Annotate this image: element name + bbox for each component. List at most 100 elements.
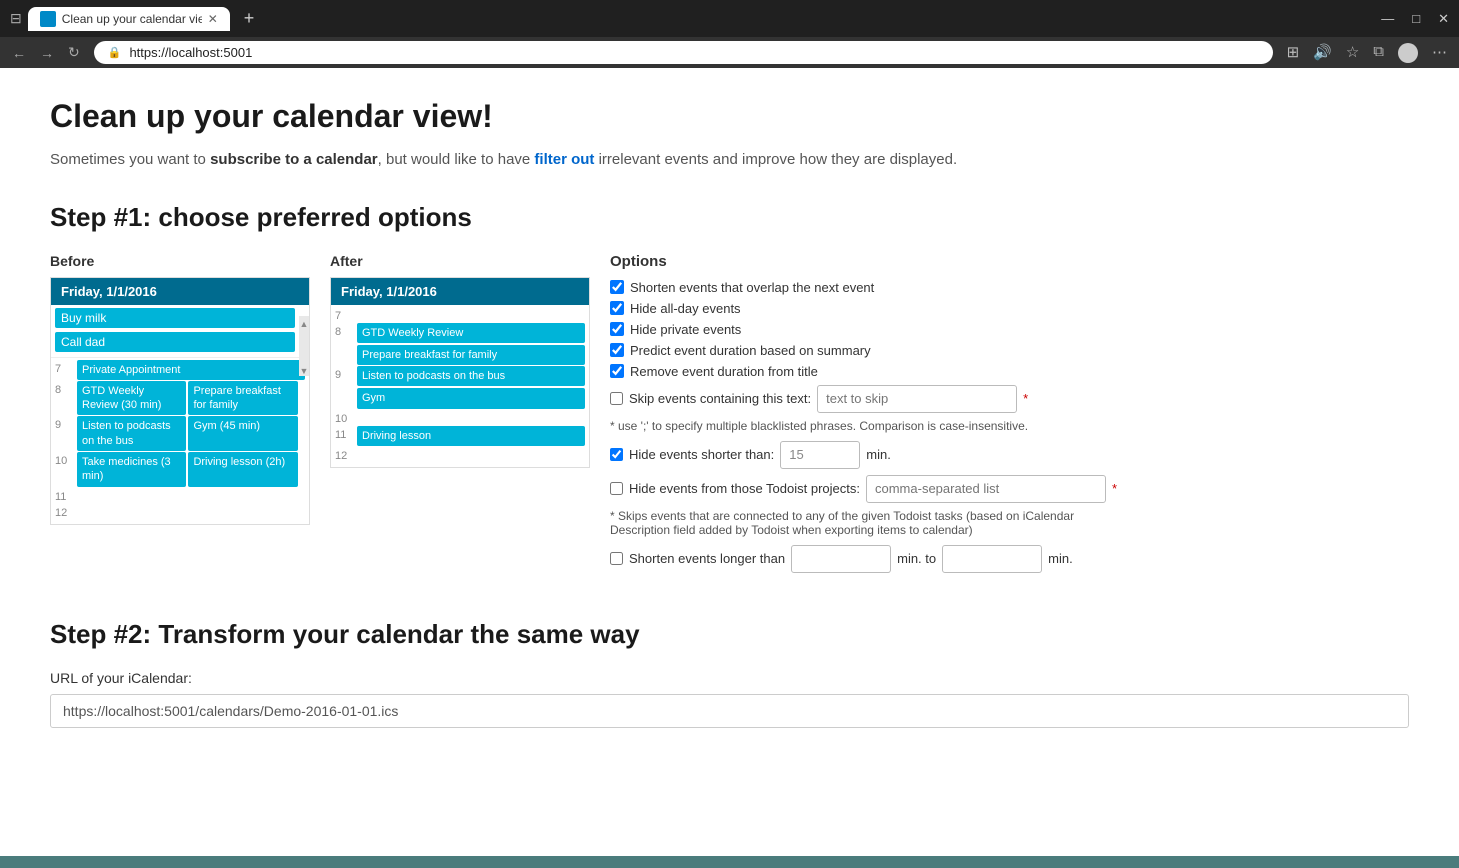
checkbox-predict-duration[interactable]: [610, 343, 624, 357]
step1-title: Step #1: choose preferred options: [50, 202, 1409, 233]
option-shorten-longer: Shorten events longer than min. to min.: [610, 545, 1409, 573]
hide-shorter-value-input[interactable]: [780, 441, 860, 469]
ical-url-input[interactable]: [50, 694, 1409, 728]
time-label-8: 8: [55, 381, 77, 396]
checkbox-shorten-longer[interactable]: [610, 552, 623, 565]
after-time-label-10: 10: [335, 410, 357, 425]
option-todoist: Hide events from those Todoist projects:…: [610, 475, 1409, 503]
checkbox-hide-private[interactable]: [610, 322, 624, 336]
event-private-appointment: Private Appointment: [77, 360, 305, 380]
after-event-gym: Gym: [357, 388, 585, 408]
before-cal-header: Friday, 1/1/2016: [51, 278, 309, 305]
options-panel: Options Shorten events that overlap the …: [610, 253, 1409, 579]
hide-shorter-unit: min.: [866, 447, 891, 462]
after-events-col-11: Driving lesson: [357, 426, 585, 446]
label-hide-allday: Hide all-day events: [630, 301, 741, 316]
back-button[interactable]: ←: [12, 45, 26, 61]
browser-toolbar-icons: ⊞ 🔊 ☆ ⧉ ⋯: [1287, 43, 1447, 63]
tab-title: Clean up your calendar view! - C: [62, 12, 202, 26]
maximize-button[interactable]: □: [1412, 11, 1420, 27]
event-buy-milk: Buy milk: [55, 308, 295, 328]
minimize-button[interactable]: —: [1381, 11, 1394, 27]
option-hide-private: Hide private events: [610, 322, 1409, 337]
shorten-longer-to-input[interactable]: [942, 545, 1042, 573]
after-label: After: [330, 253, 590, 269]
profile-icon[interactable]: [1398, 43, 1418, 63]
time-row-10: 10 Take medicines (3 min) Driving lesson…: [55, 452, 305, 487]
time-row-7: 7 Private Appointment: [55, 360, 305, 380]
demo-section: Before Friday, 1/1/2016 Buy milk Call da…: [50, 253, 1409, 579]
time-row-12: 12: [55, 504, 305, 519]
label-predict-duration: Predict event duration based on summary: [630, 343, 871, 358]
event-gym: Gym (45 min): [188, 416, 297, 451]
after-column: After Friday, 1/1/2016 7 8: [330, 253, 590, 468]
immersive-reader-icon[interactable]: ⊞: [1287, 43, 1300, 63]
favorites-icon[interactable]: ☆: [1346, 43, 1359, 63]
after-time-row-9: 9 Listen to podcasts on the bus Gym: [335, 366, 585, 409]
after-event-driving: Driving lesson: [357, 426, 585, 446]
checkbox-shorten-overlap[interactable]: [610, 280, 624, 294]
label-hide-private: Hide private events: [630, 322, 741, 337]
more-options-icon[interactable]: ⋯: [1432, 43, 1447, 63]
url-text: https://localhost:5001: [129, 45, 252, 60]
read-aloud-icon[interactable]: 🔊: [1313, 43, 1332, 63]
address-bar[interactable]: 🔒 https://localhost:5001: [94, 41, 1273, 64]
skip-asterisk: *: [1023, 391, 1028, 406]
checkbox-remove-duration-title[interactable]: [610, 364, 624, 378]
option-predict-duration: Predict event duration based on summary: [610, 343, 1409, 358]
refresh-button[interactable]: ↻: [68, 44, 80, 61]
label-remove-duration-title: Remove event duration from title: [630, 364, 818, 379]
new-tab-button[interactable]: +: [236, 6, 263, 31]
page-title: Clean up your calendar view!: [50, 98, 1409, 135]
address-bar-row: ← → ↻ 🔒 https://localhost:5001 ⊞ 🔊 ☆ ⧉ ⋯: [0, 37, 1459, 68]
after-calendar-wrap: Friday, 1/1/2016 7 8 GTD Weekly Review: [330, 277, 590, 468]
time-label-9: 9: [55, 416, 77, 431]
browser-tab[interactable]: Clean up your calendar view! - C ✕: [28, 7, 230, 31]
close-tab-button[interactable]: ✕: [208, 12, 218, 26]
events-col-8: GTD Weekly Review (30 min) Prepare break…: [77, 381, 305, 416]
scroll-down-arrow[interactable]: ▼: [299, 366, 309, 376]
after-time-label-7: 7: [335, 307, 357, 322]
label-shorten-longer: Shorten events longer than: [629, 551, 785, 566]
shorten-longer-from-input[interactable]: [791, 545, 891, 573]
skip-text-input[interactable]: [817, 385, 1017, 413]
time-row-8: 8 GTD Weekly Review (30 min) Prepare bre…: [55, 381, 305, 416]
after-time-label-12: 12: [335, 447, 357, 462]
option-hide-allday: Hide all-day events: [610, 301, 1409, 316]
close-button[interactable]: ✕: [1438, 11, 1449, 27]
after-event-breakfast: Prepare breakfast for family: [357, 345, 585, 365]
checkbox-hide-allday[interactable]: [610, 301, 624, 315]
after-cal-header: Friday, 1/1/2016: [331, 278, 589, 305]
label-shorten-overlap: Shorten events that overlap the next eve…: [630, 280, 874, 295]
scroll-up-arrow[interactable]: ▲: [299, 316, 309, 331]
checkbox-todoist[interactable]: [610, 482, 623, 495]
cal-scroll-indicator: ▲ ▼: [299, 316, 309, 376]
checkbox-skip-events[interactable]: [610, 392, 623, 405]
option-hide-shorter: Hide events shorter than: min.: [610, 441, 1409, 469]
after-calendar: Friday, 1/1/2016 7 8 GTD Weekly Review: [330, 277, 590, 468]
after-time-row-8: 8 GTD Weekly Review Prepare breakfast fo…: [335, 323, 585, 366]
todoist-input[interactable]: [866, 475, 1106, 503]
collections-icon[interactable]: ⧉: [1373, 43, 1384, 63]
label-skip-events: Skip events containing this text:: [629, 391, 811, 406]
before-calendar: Friday, 1/1/2016 Buy milk Call dad ▲ ▼: [50, 277, 310, 525]
after-time-row-12: 12: [335, 447, 585, 462]
after-event-podcasts: Listen to podcasts on the bus: [357, 366, 585, 386]
browser-chrome: ⊟ Clean up your calendar view! - C ✕ + —…: [0, 0, 1459, 68]
after-time-label-11: 11: [335, 426, 357, 441]
page-content: Clean up your calendar view! Sometimes y…: [0, 68, 1459, 856]
events-col-9: Listen to podcasts on the bus Gym (45 mi…: [77, 416, 305, 451]
shorten-longer-unit1: min. to: [897, 551, 936, 566]
after-time-label-9: 9: [335, 366, 357, 381]
after-event-gtd: GTD Weekly Review: [357, 323, 585, 343]
before-label: Before: [50, 253, 310, 269]
events-col-7: Private Appointment: [77, 360, 305, 380]
browser-nav-icons: ⊟: [10, 10, 22, 27]
checkbox-hide-shorter[interactable]: [610, 448, 623, 461]
sidebar-toggle-icon[interactable]: ⊟: [10, 10, 22, 27]
forward-button[interactable]: →: [40, 45, 54, 61]
event-prepare-breakfast: Prepare breakfast for family: [188, 381, 297, 416]
todoist-hint: * Skips events that are connected to any…: [610, 509, 1110, 537]
time-row-9: 9 Listen to podcasts on the bus Gym (45 …: [55, 416, 305, 451]
step2-section: Step #2: Transform your calendar the sam…: [50, 619, 1409, 728]
